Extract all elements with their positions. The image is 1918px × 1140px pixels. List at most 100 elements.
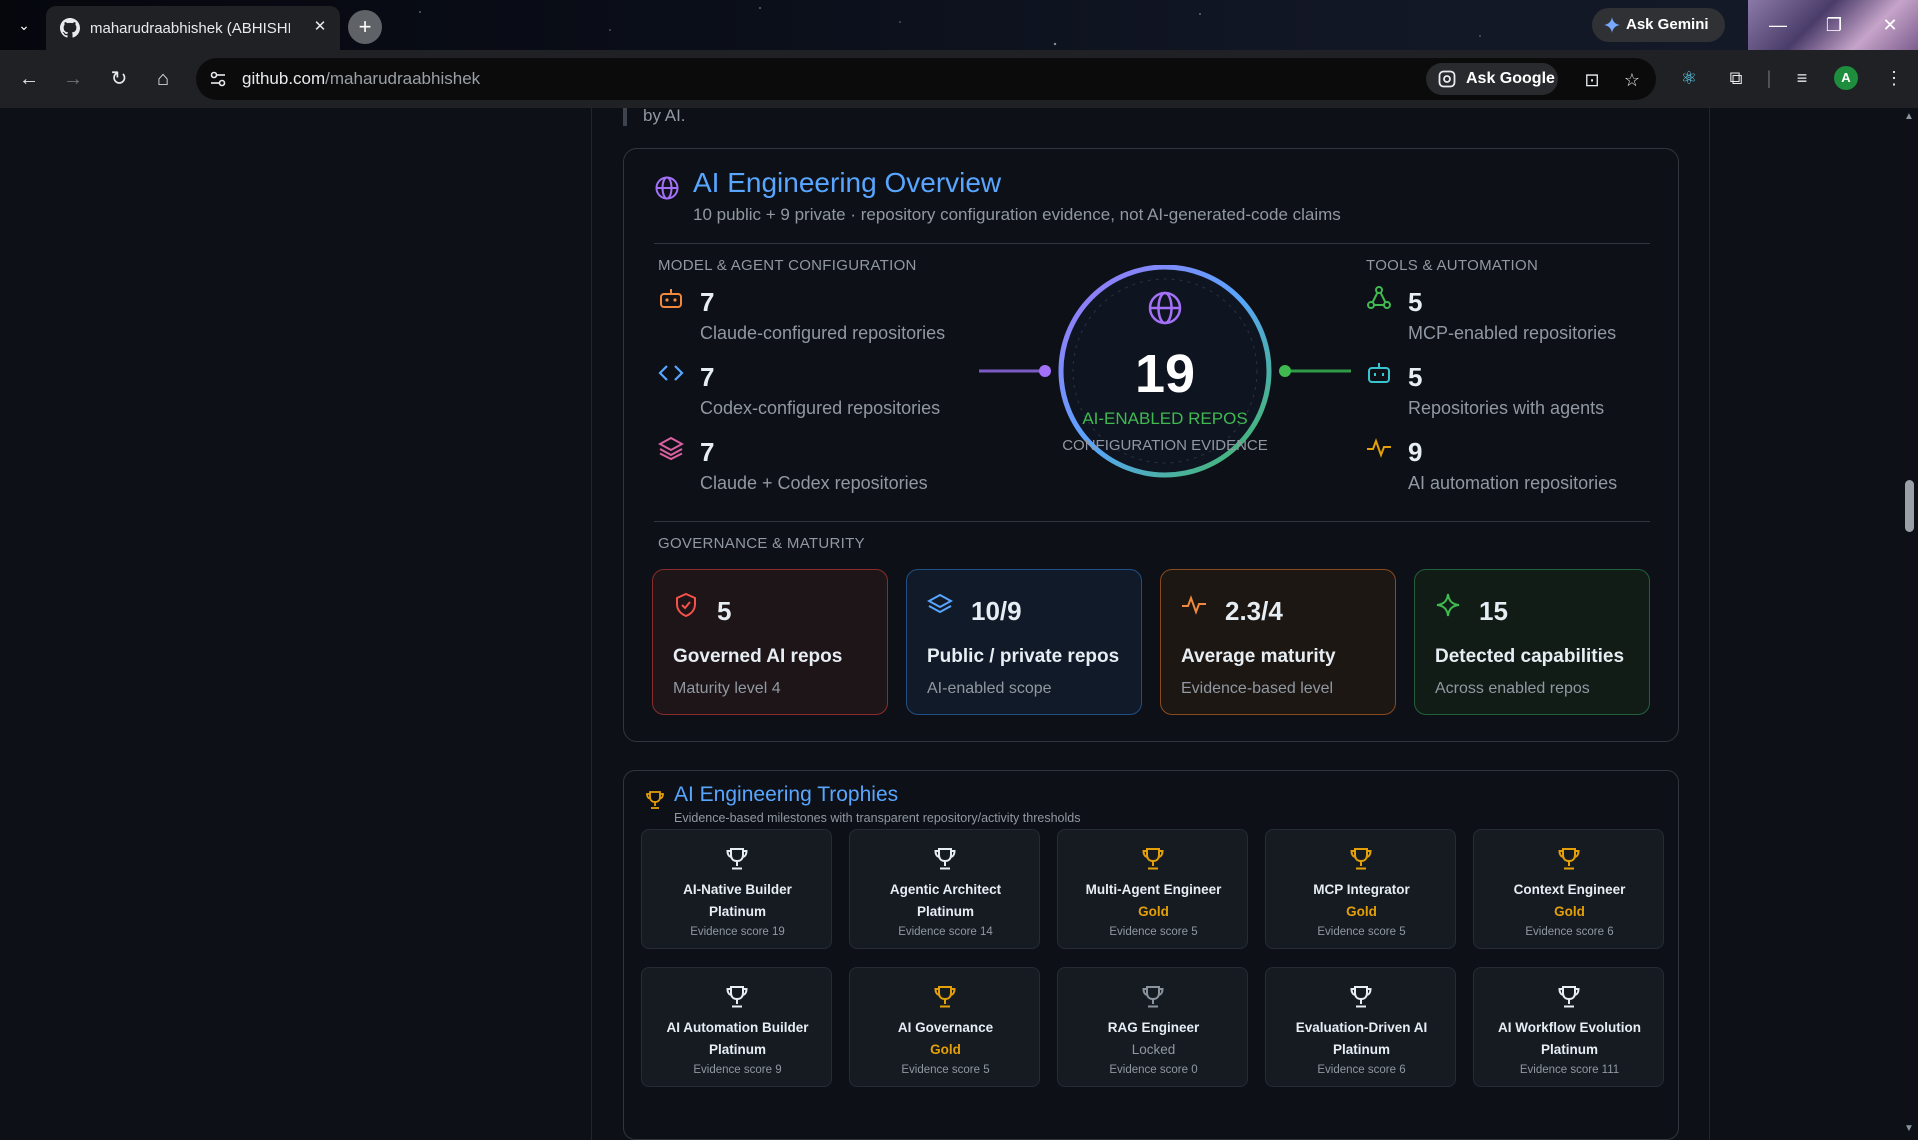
- mcp-enabled-metric: 5 MCP-enabled repositories: [1366, 285, 1666, 347]
- tab-title: maharudraabhishek (ABHISHEK: [90, 20, 290, 37]
- trophy-icon: [646, 791, 664, 809]
- card-value: 10/9: [971, 596, 1022, 626]
- graph-icon: [1367, 286, 1391, 309]
- ask-gemini-label: Ask Gemini: [1626, 16, 1709, 33]
- claude-configured-metric: 7 Claude-configured repositories: [658, 285, 958, 347]
- content-column-border: [1709, 108, 1710, 1140]
- trophy-tier: Locked: [1131, 1042, 1176, 1057]
- trophy-icon: [1558, 986, 1580, 1008]
- card-value: 15: [1479, 596, 1508, 626]
- bookmark-star-icon[interactable]: ☆: [1621, 69, 1643, 91]
- trophy-tier: Platinum: [708, 904, 766, 919]
- card-subtitle: Across enabled repos: [1435, 680, 1590, 697]
- toolbar-divider: |: [1766, 68, 1772, 88]
- divider: [654, 243, 1650, 244]
- minimize-icon[interactable]: —: [1750, 0, 1806, 50]
- trophy-card: Context Engineer Gold Evidence score 6: [1473, 829, 1664, 949]
- home-icon[interactable]: ⌂: [148, 64, 178, 94]
- trophy-card: Multi-Agent Engineer Gold Evidence score 5: [1057, 829, 1248, 949]
- trophy-card: MCP Integrator Gold Evidence score 5: [1265, 829, 1456, 949]
- trophy-icon: [726, 986, 748, 1008]
- robot-icon: [660, 289, 682, 308]
- ask-google-label: Ask Google: [1466, 70, 1555, 87]
- overview-subtitle: 10 public + 9 private · repository confi…: [693, 205, 1341, 224]
- address-bar[interactable]: github.com/maharudraabhishek Ask Google …: [196, 58, 1656, 100]
- url-host: github.com: [242, 69, 326, 88]
- trophy-icon: [1350, 986, 1372, 1008]
- trophy-name: Agentic Architect: [889, 882, 1002, 897]
- trophies-title: AI Engineering Trophies: [674, 783, 899, 806]
- divider: [654, 521, 1650, 522]
- tab-close-icon[interactable]: ✕: [310, 17, 330, 37]
- trophy-icon: [934, 986, 956, 1008]
- trophy-name: MCP Integrator: [1313, 882, 1410, 897]
- trophy-name: Multi-Agent Engineer: [1085, 882, 1222, 897]
- trophy-icon: [1142, 848, 1164, 870]
- trophy-icon: [1558, 848, 1580, 870]
- ai-engineering-trophies-panel: AI Engineering Trophies Evidence-based m…: [623, 770, 1679, 1140]
- restore-icon[interactable]: ❐: [1806, 0, 1862, 50]
- claude-codex-metric: 7 Claude + Codex repositories: [658, 435, 958, 497]
- ask-google-button[interactable]: Ask Google: [1426, 63, 1558, 95]
- active-tab[interactable]: maharudraabhishek (ABHISHEK ✕: [46, 6, 340, 50]
- card-title: Detected capabilities: [1435, 646, 1625, 667]
- tab-search-chevron-icon[interactable]: ⌄: [10, 12, 38, 38]
- browser-tab-bar: ⌄ maharudraabhishek (ABHISHEK ✕ + Ask Ge…: [0, 0, 1918, 50]
- detected-capabilities-card: 15 Detected capabilities Across enabled …: [1414, 569, 1650, 715]
- profile-avatar[interactable]: A: [1834, 66, 1858, 90]
- ask-gemini-button[interactable]: Ask Gemini: [1592, 8, 1725, 42]
- trophies-subtitle: Evidence-based milestones with transpare…: [674, 811, 1081, 825]
- trophy-score: Evidence score 5: [901, 1064, 990, 1076]
- page-scrollbar[interactable]: ▲ ▼: [1900, 108, 1918, 1140]
- trophy-tier: Platinum: [1540, 1042, 1598, 1057]
- trophy-name: AI Governance: [897, 1020, 994, 1035]
- trophy-tier: Gold: [1554, 904, 1585, 919]
- trophy-card: RAG Engineer Locked Evidence score 0: [1057, 967, 1248, 1087]
- trophy-name: AI Automation Builder: [666, 1020, 809, 1035]
- trophy-score: Evidence score 9: [693, 1064, 782, 1076]
- metric-value: 5: [1408, 362, 1423, 392]
- metric-label: MCP-enabled repositories: [1408, 323, 1617, 343]
- browser-toolbar: ← → ↻ ⌂ github.com/maharudraabhishek Ask…: [0, 50, 1918, 108]
- scrollbar-thumb[interactable]: [1905, 480, 1914, 532]
- trophy-score: Evidence score 5: [1109, 926, 1198, 938]
- back-arrow-icon[interactable]: ←: [14, 64, 44, 94]
- governance-section-label: GOVERNANCE & MATURITY: [658, 535, 865, 552]
- trophy-score: Evidence score 6: [1317, 1064, 1406, 1076]
- pulse-icon: [1182, 595, 1206, 615]
- trophy-name: Evaluation-Driven AI: [1295, 1020, 1428, 1035]
- layers-icon: [927, 593, 953, 614]
- forward-arrow-icon[interactable]: →: [58, 64, 88, 94]
- install-app-icon[interactable]: ⊡: [1581, 69, 1603, 91]
- trophy-tier: Gold: [1138, 904, 1169, 919]
- average-maturity-card: 2.3/4 Average maturity Evidence-based le…: [1160, 569, 1396, 715]
- public-private-repos-card: 10/9 Public / private repos AI-enabled s…: [906, 569, 1142, 715]
- trophy-card: AI Workflow Evolution Platinum Evidence sc…: [1473, 967, 1664, 1087]
- card-subtitle: AI-enabled scope: [927, 680, 1052, 697]
- url-text[interactable]: github.com/maharudraabhishek: [242, 69, 480, 89]
- metric-label: Repositories with agents: [1408, 398, 1605, 418]
- trophy-icon: [1350, 848, 1372, 870]
- react-devtools-icon[interactable]: ⚛: [1675, 64, 1703, 92]
- metric-label: Claude + Codex repositories: [700, 473, 928, 493]
- metric-value: 9: [1408, 437, 1423, 467]
- media-queue-icon[interactable]: ≡: [1788, 64, 1816, 92]
- globe-brain-icon: [655, 176, 679, 200]
- card-title: Governed AI repos: [673, 646, 843, 667]
- browser-menu-icon[interactable]: ⋮: [1880, 64, 1908, 92]
- trophy-card: Evaluation-Driven AI Platinum Evidence sco…: [1265, 967, 1456, 1087]
- trophy-card: AI Governance Gold Evidence score 5: [849, 967, 1040, 1087]
- close-window-icon[interactable]: ✕: [1862, 0, 1918, 50]
- trophy-icon: [934, 848, 956, 870]
- trophy-name: AI-Native Builder: [683, 882, 792, 897]
- scroll-down-arrow-icon[interactable]: ▼: [1904, 1124, 1914, 1134]
- extensions-puzzle-icon[interactable]: ⧉: [1722, 64, 1750, 92]
- reload-icon[interactable]: ↻: [104, 64, 134, 94]
- scroll-up-arrow-icon[interactable]: ▲: [1904, 112, 1914, 122]
- hub-sublabel: CONFIGURATION EVIDENCE: [1062, 437, 1268, 454]
- card-title: Average maturity: [1181, 646, 1336, 667]
- new-tab-button[interactable]: +: [348, 10, 382, 44]
- site-info-icon[interactable]: [208, 69, 228, 89]
- trophy-score: Evidence score 19: [690, 926, 785, 938]
- shield-check-icon: [676, 592, 696, 618]
